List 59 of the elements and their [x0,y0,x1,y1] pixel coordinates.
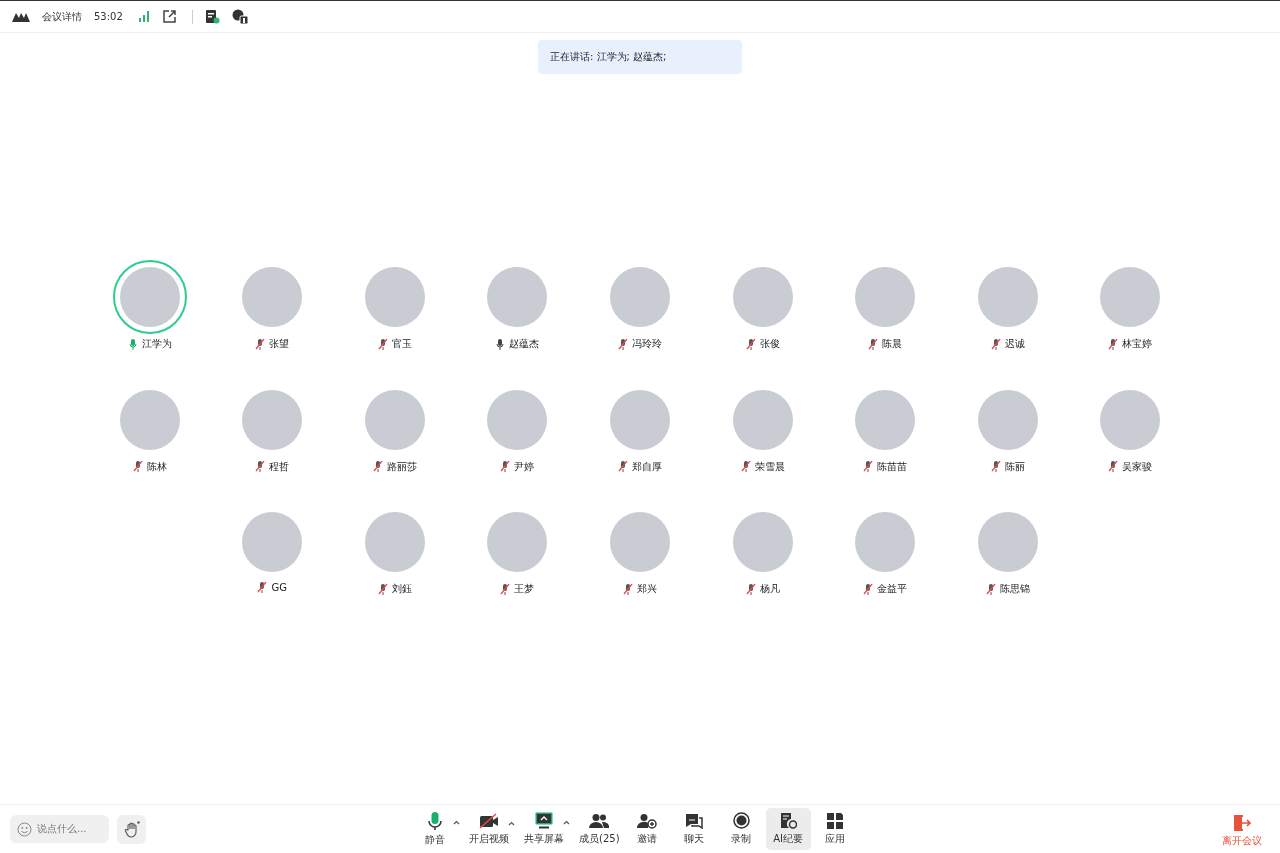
document-icon[interactable] [204,9,220,24]
participant-name: 吴家骏 [1122,459,1153,474]
participant-name: 陈晨 [882,337,903,351]
participant-name: 陈思锦 [999,582,1030,596]
exit-icon [1233,815,1251,831]
meeting-details-link[interactable]: 会议详情 [42,9,82,24]
ai-button[interactable]: AI纪要 [765,808,811,850]
avatar-placeholder [119,267,180,327]
participant-name: 荣雪晨 [754,459,785,474]
participant-name: 王梦 [514,582,535,596]
participant-name: 路丽莎 [386,459,417,474]
speaking-indicator: 正在讲话: 江学为; 赵蕴杰; [538,40,742,74]
people-icon [589,812,610,829]
share-button[interactable]: 共享屏幕 [521,808,567,850]
participant-name: 陈苗苗 [877,459,908,474]
meeting-duration: 53:02 [94,11,123,22]
mic-button[interactable]: 静音 [412,807,457,851]
apps-grid-icon [827,812,844,829]
video-button[interactable]: 开启视频 [466,808,512,850]
participant-name: 冯玲玲 [632,337,662,351]
add-person-icon [637,812,658,829]
participant-name: 陈林 [146,459,167,474]
chat-icon [685,812,704,829]
external-link-icon[interactable] [162,10,176,23]
microphone-icon [426,811,443,830]
record-button[interactable]: 录制 [718,808,764,850]
participant-name: 迟诚 [1004,337,1025,351]
participant-name: 张俊 [759,337,780,351]
participant-name: 郑兴 [637,582,657,596]
hand-icon [123,820,140,838]
members-button[interactable]: 成员(25) [576,808,623,850]
participant-name: 张望 [269,337,290,351]
raise-hand-button[interactable] [117,814,146,844]
participant-name: 林宝婷 [1122,337,1153,351]
participant-name: 金益平 [877,582,908,596]
participant-name: 刘鈺 [391,582,412,596]
caret-icon[interactable] [453,819,460,825]
participant-name: 江学为 [141,337,172,351]
chat-input-field[interactable]: 说点什么... [10,814,109,843]
leave-meeting-button[interactable]: 离开会议 [1220,813,1264,850]
participant-name: 程哲 [269,459,290,474]
participant-name: 郑自厚 [632,459,662,474]
signal-icon [138,11,151,22]
participant-name: GG [271,582,287,593]
chat-button[interactable]: 聊天 [671,808,717,850]
invite-button[interactable]: 邀请 [624,808,670,850]
apps-button[interactable]: 应用 [812,808,858,850]
participant-name: 赵蕴杰 [509,337,540,351]
participant-name: 尹婷 [514,459,535,474]
caret-icon[interactable] [563,820,570,825]
participant-name: 杨凡 [759,582,780,596]
record-icon [732,812,750,829]
video-off-icon [479,812,499,829]
logo-icon [12,11,30,22]
share-screen-icon [535,812,553,829]
participant-name: 官玉 [391,337,412,351]
participant-name: 陈丽 [1004,459,1025,474]
ai-notes-icon [779,812,797,829]
caret-icon[interactable] [508,820,515,826]
